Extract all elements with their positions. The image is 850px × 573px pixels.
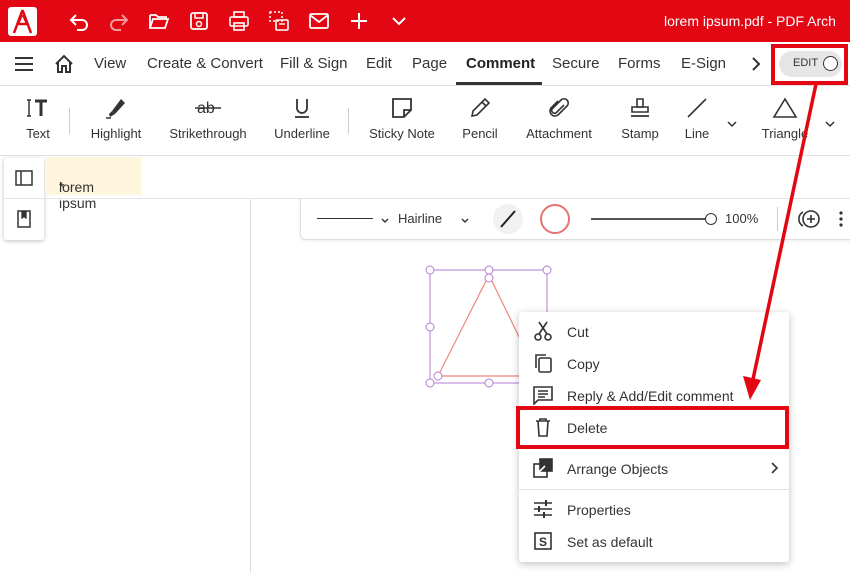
window-title: lorem ipsum.pdf - PDF Arch [664,13,836,29]
pencil-icon [470,97,491,118]
text-tool-icon [27,99,47,117]
menu-separator [519,489,789,490]
strikethrough-icon: ab [195,100,221,117]
opacity-slider-handle[interactable] [705,213,717,225]
left-side-rail [4,158,44,240]
menu-comment[interactable]: Comment [466,55,535,72]
submenu-chevron-icon [771,462,779,474]
tool-label: Strikethrough [169,126,247,141]
paperclip-icon [549,97,570,117]
mail-icon[interactable] [308,10,330,32]
sticky-note-icon [392,98,412,118]
scissors-icon [534,321,552,341]
highlighter-icon [106,99,125,119]
panel-toggle-icon[interactable] [15,170,33,186]
menu-item-properties[interactable]: Properties [519,493,789,525]
tool-label: Line [684,126,710,141]
menu-bar: View Create & Convert Fill & Sign Edit P… [0,42,850,86]
tool-highlight[interactable]: Highlight [80,86,152,156]
save-icon[interactable] [188,10,210,32]
tool-line[interactable]: Line [674,86,720,156]
tool-pencil[interactable]: Pencil [452,86,508,156]
menu-item-set-default[interactable]: S Set as default [519,525,789,557]
tool-strikethrough[interactable]: ab Strikethrough [162,86,254,156]
menu-item-label: Reply & Add/Edit comment [567,388,734,404]
home-icon[interactable] [53,53,75,75]
svg-text:S: S [539,535,547,549]
set-default-icon: S [534,532,552,550]
menu-forms[interactable]: Forms [618,55,661,72]
tool-label: Highlight [90,126,142,141]
menu-create-convert[interactable]: Create & Convert [147,55,263,72]
line-style-chevron-icon[interactable] [380,213,390,223]
print-icon[interactable] [228,10,250,32]
menu-secure[interactable]: Secure [552,55,600,72]
comment-icon [533,386,553,405]
document-tab[interactable]: lorem ipsum * [45,157,141,211]
app-logo-icon [8,7,37,36]
open-folder-icon[interactable] [148,10,170,32]
line-width-chevron-icon[interactable] [460,213,470,223]
more-options-icon[interactable] [839,210,843,228]
tool-text[interactable]: Text [12,86,64,156]
menu-item-label: Copy [567,356,600,372]
tool-label: Attachment [526,126,592,141]
comment-toolbar: Text Highlight ab Strikethrough Underlin… [0,86,850,156]
tool-label: Pencil [462,126,498,141]
menu-view[interactable]: View [94,55,126,72]
menu-edit[interactable]: Edit [366,55,392,72]
menu-fill-sign[interactable]: Fill & Sign [280,55,348,72]
stamp-icon [631,98,649,117]
toolbar-divider [348,108,349,134]
toolbar-divider [69,108,70,134]
copy-icon [535,354,552,373]
menu-item-label: Arrange Objects [567,461,669,477]
tool-sticky-note[interactable]: Sticky Note [362,86,442,156]
bookmark-icon[interactable] [16,210,32,228]
chevron-right-icon[interactable] [750,56,762,72]
line-width-select[interactable]: Hairline [398,211,442,226]
tool-label: Text [26,126,50,141]
underline-icon [295,99,309,118]
menu-page[interactable]: Page [412,55,447,72]
tool-attachment[interactable]: Attachment [520,86,598,156]
menu-item-label: Set as default [567,534,653,550]
menu-e-sign[interactable]: E-Sign [681,55,726,72]
line-style-preview [317,218,373,219]
line-icon [687,98,707,118]
active-tab-indicator [456,82,542,85]
hamburger-menu-icon[interactable] [14,55,34,73]
title-bar: lorem ipsum.pdf - PDF Arch [0,0,850,42]
properties-sliders-icon [534,500,552,518]
scan-icon[interactable] [268,10,290,32]
tool-label: Stamp [621,126,659,141]
delete-item-highlight [516,406,789,449]
tool-label: Underline [274,126,330,141]
line-color-icon[interactable] [493,204,523,234]
page-edge-divider [250,199,251,573]
tool-underline[interactable]: Underline [266,86,338,156]
menu-item-label: Properties [567,502,631,518]
edit-toggle-highlight [771,44,848,85]
menu-item-arrange-objects[interactable]: Arrange Objects [519,452,789,484]
redo-icon[interactable] [108,10,130,32]
tool-stamp[interactable]: Stamp [612,86,668,156]
plus-icon[interactable] [348,10,370,32]
menu-item-label: Cut [567,324,589,340]
undo-icon[interactable] [68,10,90,32]
stroke-color-swatch[interactable] [540,204,570,234]
arrange-objects-icon [533,458,553,478]
opacity-slider-track[interactable] [591,218,709,220]
tool-label: Sticky Note [369,126,435,141]
annotation-arrow [743,84,818,400]
chevron-down-icon[interactable] [388,10,410,32]
